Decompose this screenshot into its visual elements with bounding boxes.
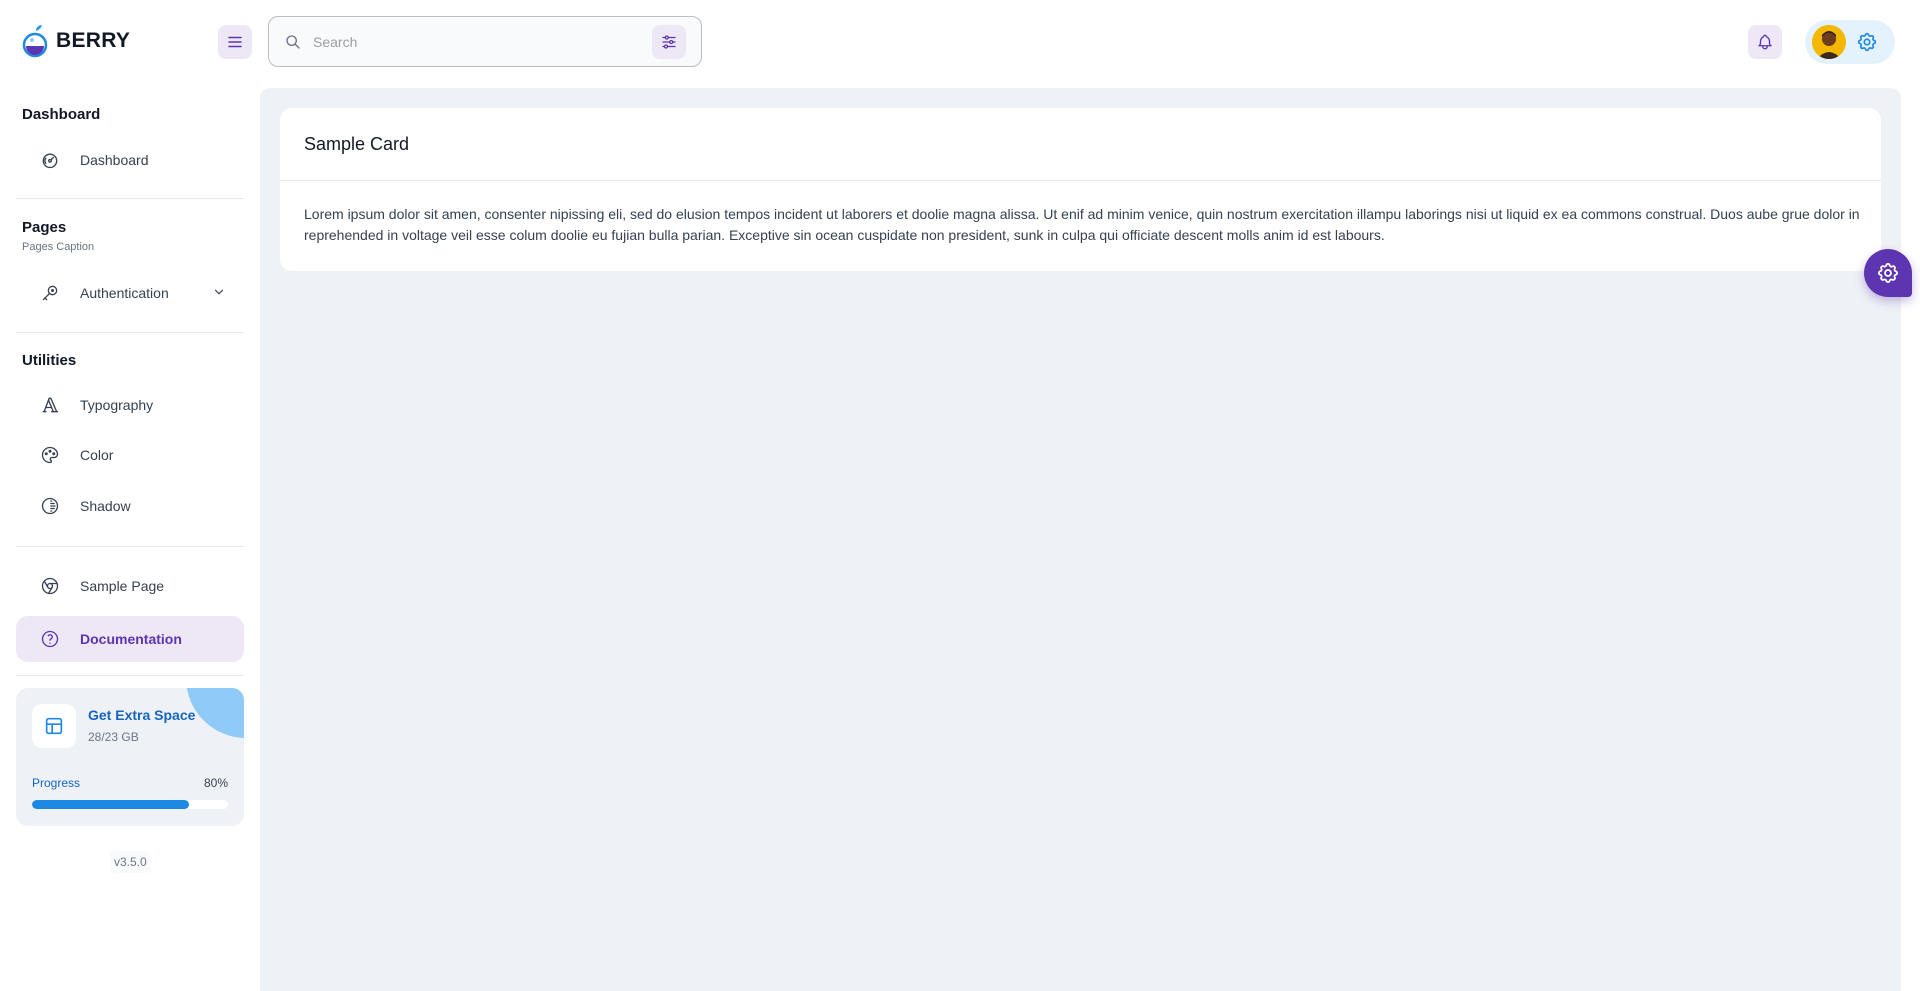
extra-space-title: Get Extra Space [88,707,196,723]
divider [16,546,244,547]
progress-bar-fill [32,800,189,809]
sidebar-item-typography[interactable]: Typography [16,382,244,428]
settings-icon [1857,32,1877,52]
profile-menu-button[interactable] [1805,20,1895,64]
adjustments-icon [662,34,676,49]
sample-card: Sample Card Lorem ipsum dolor sit amen, … [280,108,1881,271]
typography-icon [42,397,59,413]
help-icon [41,630,59,648]
app-header: BERRY Search [0,0,1920,88]
sidebar-item-label: Documentation [80,631,182,647]
divider [280,180,1881,181]
sidebar-item-sample-page[interactable]: Sample Page [16,563,244,609]
search-placeholder: Search [313,33,358,50]
palette-icon [41,446,59,464]
card-title: Sample Card [304,134,410,154]
sidebar-item-label: Typography [80,397,154,413]
sidebar: Dashboard Dashboard Pages Pages Caption … [0,88,260,991]
shadow-icon [41,497,59,515]
sidebar-item-label: Shadow [80,498,131,514]
search-icon [286,34,300,49]
notifications-button[interactable] [1748,25,1782,59]
extra-space-card[interactable]: Get Extra Space 28/23 GB Progress 80% [16,688,244,826]
brand-chrome-icon [41,577,59,595]
sidebar-item-label: Authentication [80,285,169,301]
chevron-down-icon [214,289,224,295]
berry-logo-icon [22,25,48,58]
menu-toggle-button[interactable] [218,25,252,59]
table-icon-box [32,704,76,748]
sidebar-item-dashboard[interactable]: Dashboard [16,137,244,183]
divider [16,675,244,676]
nav-group-title-utilities: Utilities [22,352,77,369]
divider [16,198,244,199]
sidebar-item-label: Sample Page [80,578,165,594]
extra-space-subtitle: 28/23 GB [88,730,139,744]
nav-group-title-dashboard: Dashboard [22,106,101,123]
version-chip: v3.5.0 [110,851,151,873]
sidebar-item-shadow[interactable]: Shadow [16,483,244,529]
sidebar-item-color[interactable]: Color [16,432,244,478]
nav-group-caption-pages: Pages Caption [22,241,95,253]
sidebar-item-label: Dashboard [80,152,149,168]
menu-icon [228,36,242,48]
nav-group-title-pages: Pages [22,219,67,236]
divider [16,332,244,333]
customization-button[interactable] [1864,249,1912,297]
card-body-text: Lorem ipsum dolor sit amen, consenter ni… [304,206,1860,243]
logo-text: BERRY [56,29,131,52]
table-icon [45,717,63,735]
search-input[interactable]: Search [268,16,702,67]
user-avatar-icon [1812,25,1846,59]
avatar [1812,25,1846,59]
main-content: Sample Card Lorem ipsum dolor sit amen, … [260,88,1901,991]
sidebar-item-documentation[interactable]: Documentation [16,616,244,662]
progress-label: Progress [32,776,81,790]
settings-icon [1878,263,1898,283]
progress-value: 80% [203,776,228,790]
bell-icon [1758,34,1772,50]
dashboard-icon [42,153,58,169]
search-filter-button[interactable] [652,24,686,59]
sidebar-item-authentication[interactable]: Authentication [16,270,244,316]
progress-bar [32,800,228,809]
key-icon [42,285,58,301]
logo[interactable]: BERRY [22,24,130,58]
sidebar-item-label: Color [80,447,114,463]
